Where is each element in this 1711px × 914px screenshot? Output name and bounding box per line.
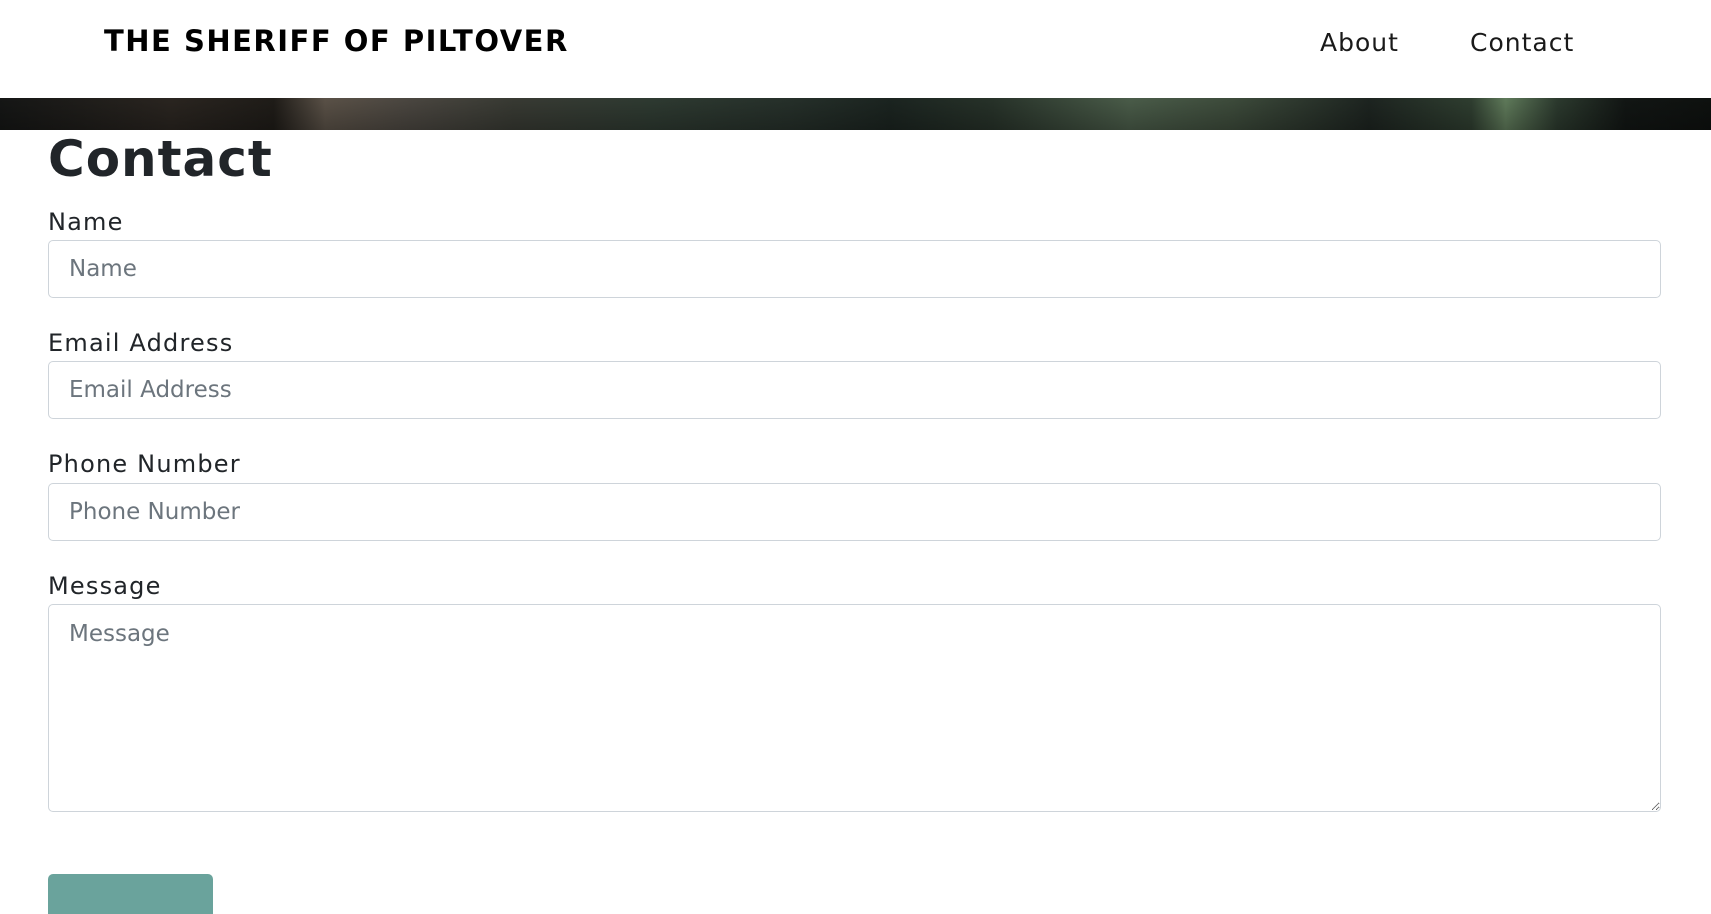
hero-banner-image (0, 98, 1711, 130)
submit-button[interactable] (48, 874, 213, 914)
nav-link-contact[interactable]: Contact (1470, 28, 1574, 57)
name-input[interactable] (48, 240, 1661, 298)
nav-link-about[interactable]: About (1320, 28, 1399, 57)
email-input[interactable] (48, 361, 1661, 419)
phone-input[interactable] (48, 483, 1661, 541)
email-label: Email Address (48, 329, 234, 357)
brand-logo-link[interactable]: The Sheriff of Piltover (104, 24, 569, 58)
page-title: Contact (48, 130, 273, 188)
phone-label: Phone Number (48, 450, 241, 478)
message-textarea[interactable] (48, 604, 1661, 812)
message-label: Message (48, 572, 162, 600)
navbar: The Sheriff of Piltover About Contact (0, 0, 1711, 98)
name-label: Name (48, 208, 124, 236)
